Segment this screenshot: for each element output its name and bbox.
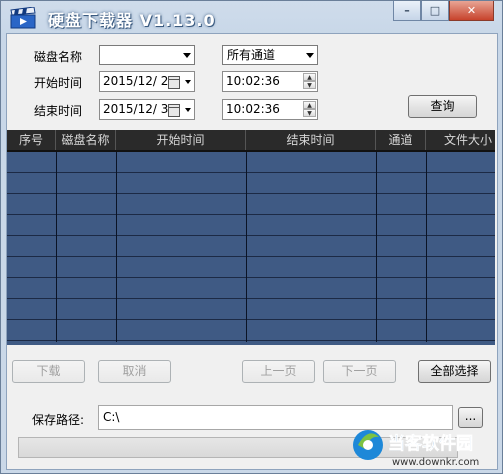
disk-name-select[interactable] xyxy=(99,45,195,65)
next-page-button[interactable]: 下一页 xyxy=(323,360,396,383)
window-title: 硬盘下载器 V1.13.0 xyxy=(48,11,216,30)
chevron-down-icon[interactable] xyxy=(185,108,191,112)
table-header: 序号 磁盘名称 开始时间 结束时间 通道 文件大小 xyxy=(7,130,495,152)
column-divider xyxy=(56,152,57,342)
title-bar[interactable]: 硬盘下载器 V1.13.0 – □ ✕ xyxy=(1,1,502,35)
query-button[interactable]: 查询 xyxy=(408,95,477,118)
select-all-button[interactable]: 全部选择 xyxy=(418,360,491,383)
start-time-label: 开始时间 xyxy=(34,76,83,90)
spin-up-icon[interactable]: ▲ xyxy=(303,101,316,109)
end-time-field[interactable]: 10:02:36 ▲ ▼ xyxy=(222,99,318,120)
spin-down-icon[interactable]: ▼ xyxy=(303,81,316,89)
table-row[interactable] xyxy=(7,320,495,340)
start-date-picker[interactable]: 2015/12/ 2 xyxy=(99,71,195,92)
minimize-button[interactable]: – xyxy=(393,1,421,21)
table-row[interactable] xyxy=(7,236,495,256)
column-header-start-time[interactable]: 开始时间 xyxy=(116,130,246,150)
column-divider xyxy=(246,152,247,342)
column-header-file-size[interactable]: 文件大小 xyxy=(426,130,495,150)
table-row[interactable] xyxy=(7,152,495,172)
end-time-spinner[interactable]: ▲ ▼ xyxy=(303,101,316,118)
site-watermark: 当客软件园 www.downkr.com xyxy=(353,430,479,468)
calendar-icon[interactable] xyxy=(168,76,180,89)
table-row[interactable] xyxy=(7,341,495,345)
column-divider xyxy=(376,152,377,342)
table-row[interactable] xyxy=(7,173,495,193)
column-divider xyxy=(426,152,427,342)
end-date-picker[interactable]: 2015/12/ 3 xyxy=(99,99,195,120)
table-row[interactable] xyxy=(7,257,495,277)
chevron-down-icon xyxy=(306,53,314,58)
download-button[interactable]: 下载 xyxy=(12,360,85,383)
chevron-down-icon xyxy=(183,53,191,58)
cancel-button[interactable]: 取消 xyxy=(98,360,171,383)
table-row[interactable] xyxy=(7,299,495,319)
table-row[interactable] xyxy=(7,278,495,298)
start-date-value: 2015/12/ 2 xyxy=(103,74,169,88)
end-time-label: 结束时间 xyxy=(34,104,83,118)
app-window: 硬盘下载器 V1.13.0 – □ ✕ 磁盘名称 所有通道 开始时间 2015/… xyxy=(0,0,503,474)
watermark-url: www.downkr.com xyxy=(392,457,479,468)
prev-page-button[interactable]: 上一页 xyxy=(242,360,315,383)
table-row[interactable] xyxy=(7,194,495,214)
table-body xyxy=(7,152,495,345)
close-button[interactable]: ✕ xyxy=(449,1,494,21)
disk-name-label: 磁盘名称 xyxy=(34,50,83,64)
channel-select[interactable]: 所有通道 xyxy=(222,45,318,65)
maximize-button[interactable]: □ xyxy=(421,1,449,21)
chevron-down-icon[interactable] xyxy=(185,80,191,84)
start-time-spinner[interactable]: ▲ ▼ xyxy=(303,73,316,90)
channel-value: 所有通道 xyxy=(227,48,276,62)
watermark-brand: 当客软件园 xyxy=(388,433,473,454)
start-time-value: 10:02:36 xyxy=(226,74,280,88)
column-header-channel[interactable]: 通道 xyxy=(376,130,426,150)
column-header-index[interactable]: 序号 xyxy=(7,130,56,150)
clapperboard-icon xyxy=(10,7,36,29)
table-row[interactable] xyxy=(7,215,495,235)
save-path-label: 保存路径: xyxy=(32,413,85,427)
main-panel: 磁盘名称 所有通道 开始时间 2015/12/ 2 10:02:36 ▲ ▼ 结… xyxy=(6,33,498,470)
save-path-value: C:\ xyxy=(103,410,120,424)
spin-down-icon[interactable]: ▼ xyxy=(303,109,316,117)
end-time-value: 10:02:36 xyxy=(226,102,280,116)
calendar-icon[interactable] xyxy=(168,104,180,117)
column-divider xyxy=(116,152,117,342)
end-date-value: 2015/12/ 3 xyxy=(103,102,169,116)
column-header-disk-name[interactable]: 磁盘名称 xyxy=(56,130,116,150)
record-table[interactable]: 序号 磁盘名称 开始时间 结束时间 通道 文件大小 xyxy=(7,130,495,345)
start-time-field[interactable]: 10:02:36 ▲ ▼ xyxy=(222,71,318,92)
spin-up-icon[interactable]: ▲ xyxy=(303,73,316,81)
column-header-end-time[interactable]: 结束时间 xyxy=(246,130,376,150)
